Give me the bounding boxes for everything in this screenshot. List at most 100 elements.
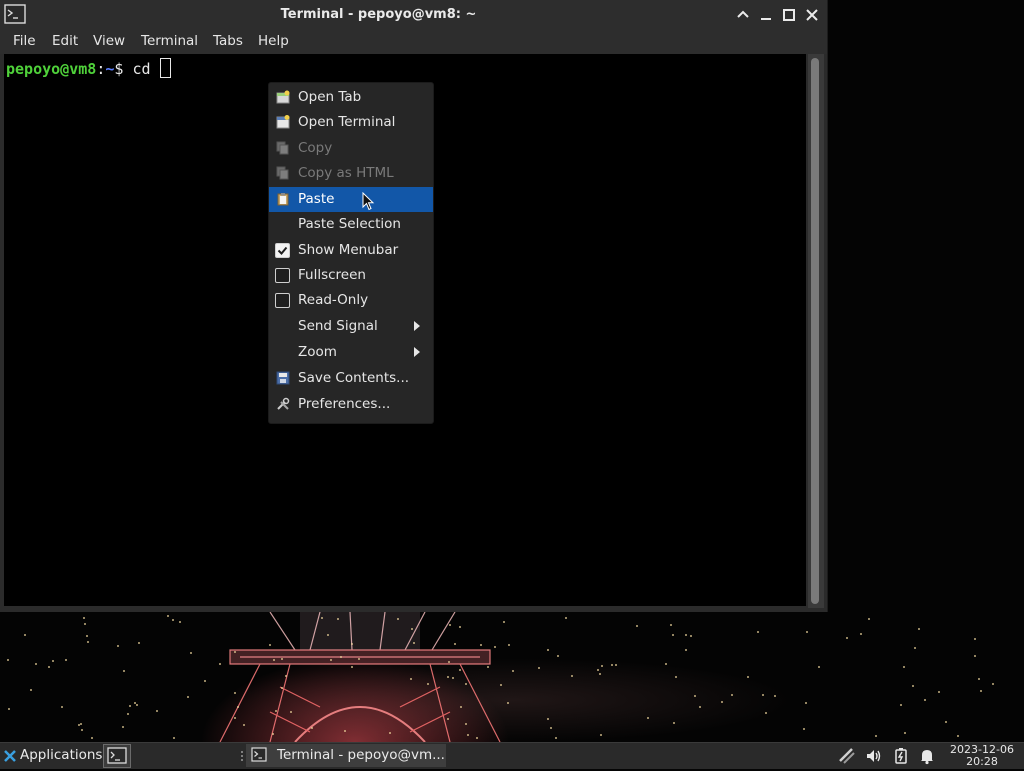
city-light: [275, 710, 277, 712]
city-light: [615, 664, 617, 666]
city-light: [273, 659, 275, 661]
ctx-label: Zoom: [298, 344, 337, 360]
city-light: [410, 678, 412, 680]
city-light: [321, 617, 323, 619]
terminal-launcher-button[interactable]: [103, 744, 131, 768]
taskbar: Applications Terminal - pepoyo@vm... 202…: [0, 742, 1024, 769]
city-light: [187, 696, 189, 698]
ctx-paste[interactable]: Paste: [269, 187, 433, 212]
city-light: [167, 615, 169, 617]
city-light: [762, 694, 764, 696]
checkbox-unchecked[interactable]: [275, 293, 290, 308]
new-tab-icon: [276, 90, 290, 104]
city-light: [52, 660, 54, 662]
menu-tabs[interactable]: Tabs: [213, 33, 243, 49]
window-title: Terminal - pepoyo@vm8: ~: [280, 7, 477, 22]
city-light: [900, 704, 902, 706]
city-light: [358, 658, 360, 660]
city-light: [127, 713, 129, 715]
network-disconnected-icon[interactable]: [838, 747, 856, 765]
city-light: [918, 628, 920, 630]
city-light: [945, 721, 947, 723]
close-icon[interactable]: [803, 6, 821, 24]
ctx-label: Paste Selection: [298, 216, 401, 232]
city-light: [272, 733, 274, 735]
clock[interactable]: 2023-12-06 20:28: [944, 744, 1020, 768]
notification-bell-icon[interactable]: [918, 747, 936, 765]
task-label: Terminal - pepoyo@vm...: [277, 747, 445, 763]
city-light: [285, 675, 287, 677]
city-light: [774, 695, 776, 697]
ctx-read-only[interactable]: Read-Only: [269, 288, 433, 313]
city-light: [83, 617, 85, 619]
ctx-zoom[interactable]: Zoom: [269, 340, 433, 365]
city-light: [84, 623, 86, 625]
city-light: [957, 735, 959, 737]
city-light: [685, 634, 687, 636]
ctx-fullscreen[interactable]: Fullscreen: [269, 263, 433, 288]
city-light: [243, 724, 245, 726]
minimize-icon[interactable]: [757, 6, 775, 24]
city-light: [24, 634, 26, 636]
city-light: [974, 638, 976, 640]
city-light: [129, 705, 131, 707]
ctx-label: Send Signal: [298, 318, 378, 334]
title-bar[interactable]: Terminal - pepoyo@vm8: ~: [0, 0, 827, 30]
menu-file[interactable]: File: [13, 33, 36, 49]
city-light: [550, 727, 552, 729]
ctx-send-signal[interactable]: Send Signal: [269, 314, 433, 339]
taskbar-task-terminal[interactable]: Terminal - pepoyo@vm...: [246, 744, 446, 767]
ctx-label: Open Terminal: [298, 114, 396, 130]
city-light: [699, 706, 701, 708]
ctx-preferences[interactable]: Preferences...: [269, 392, 433, 417]
volume-icon[interactable]: [865, 747, 883, 765]
city-light: [806, 631, 808, 633]
city-light: [672, 634, 674, 636]
city-light: [547, 718, 549, 720]
menu-view[interactable]: View: [93, 33, 125, 49]
city-light: [460, 706, 462, 708]
menu-help[interactable]: Help: [258, 33, 289, 49]
ctx-save-contents[interactable]: Save Contents...: [269, 366, 433, 391]
city-light: [938, 691, 940, 693]
city-light: [344, 730, 346, 732]
city-light: [452, 677, 454, 679]
city-light: [389, 732, 391, 734]
city-light: [611, 664, 613, 666]
city-light: [467, 734, 469, 736]
city-light: [636, 625, 638, 627]
battery-charging-icon[interactable]: [892, 747, 910, 765]
city-light: [803, 728, 805, 730]
ctx-open-terminal[interactable]: Open Terminal: [269, 110, 433, 135]
copy-icon: [276, 141, 289, 155]
ctx-open-tab[interactable]: Open Tab: [269, 85, 433, 110]
city-light: [448, 661, 450, 663]
mouse-pointer-icon: [362, 192, 375, 211]
city-light: [411, 628, 413, 630]
city-light: [974, 655, 976, 657]
city-light: [599, 673, 601, 675]
menu-terminal[interactable]: Terminal: [141, 33, 198, 49]
menu-edit[interactable]: Edit: [52, 33, 78, 49]
maximize-icon[interactable]: [780, 6, 798, 24]
ctx-show-menubar[interactable]: Show Menubar: [269, 238, 433, 263]
city-light: [914, 647, 916, 649]
city-light: [234, 692, 236, 694]
checkbox-unchecked[interactable]: [275, 268, 290, 283]
city-light: [123, 670, 125, 672]
chevron-up-icon[interactable]: [734, 6, 752, 24]
scrollbar-thumb[interactable]: [811, 58, 819, 604]
city-light: [805, 702, 807, 704]
drag-handle-icon[interactable]: [240, 749, 244, 763]
city-light: [924, 699, 926, 701]
checkbox-checked[interactable]: [275, 243, 290, 258]
city-light: [86, 635, 88, 637]
city-light: [512, 670, 514, 672]
city-light: [601, 665, 603, 667]
city-light: [647, 717, 649, 719]
city-light: [8, 708, 10, 710]
city-light: [281, 658, 283, 660]
city-light: [565, 617, 567, 619]
ctx-paste-selection[interactable]: Paste Selection: [269, 212, 433, 237]
city-light: [427, 683, 429, 685]
